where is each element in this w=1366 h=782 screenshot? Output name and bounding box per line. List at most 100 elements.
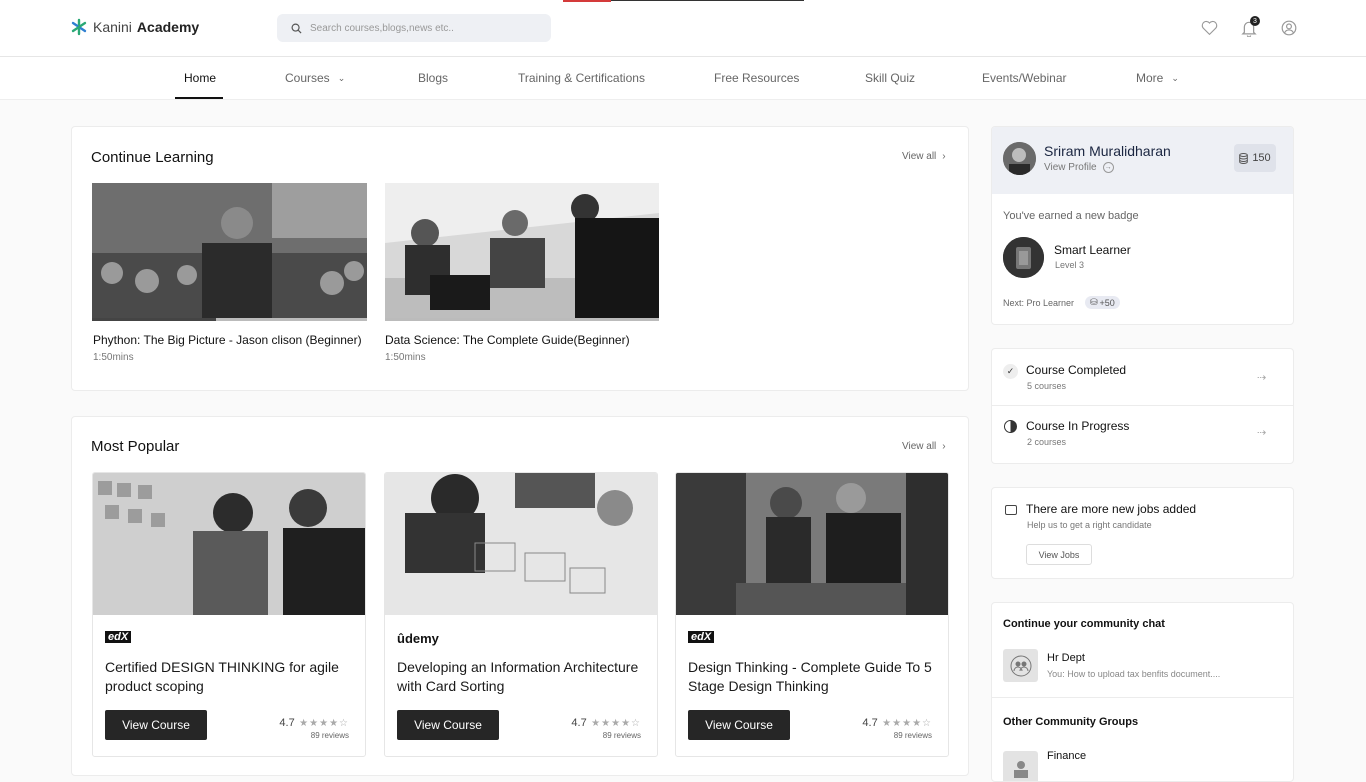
course-completed-count: 5 courses <box>1027 381 1067 391</box>
logo-text-light: Kanini <box>93 19 132 35</box>
course-rating: 4.7 ★★★★☆ 89 reviews <box>862 717 932 740</box>
nav-item-events[interactable]: Events/Webinar <box>982 71 1067 85</box>
provider-logo: ûdemy <box>397 631 439 646</box>
logo-asterisk-icon <box>71 18 87 36</box>
course-progress-card: ✓ Course Completed 5 courses ⇢ Course In… <box>991 348 1294 464</box>
view-course-button[interactable]: View Course <box>397 710 499 740</box>
nav-item-training[interactable]: Training & Certifications <box>518 71 645 85</box>
continue-learning-section: Continue Learning View all › Phython: The… <box>71 126 969 391</box>
nav-item-home[interactable]: Home <box>184 71 216 85</box>
chat-name: Hr Dept <box>1047 652 1085 664</box>
course-in-progress-row[interactable]: Course In Progress 2 courses ⇢ <box>992 406 1293 463</box>
course-title[interactable]: Design Thinking - Complete Guide To 5 St… <box>688 658 938 696</box>
checkmark-icon: ✓ <box>1003 364 1018 379</box>
other-groups-title: Other Community Groups <box>1003 716 1139 728</box>
profile-name: Sriram Muralidharan <box>1044 143 1171 159</box>
view-profile-link[interactable]: View Profile → <box>1044 162 1114 173</box>
arrow-right-icon: ⇢ <box>1257 427 1267 439</box>
chevron-down-icon: ⌄ <box>1171 72 1179 83</box>
badge-name: Smart Learner <box>1054 243 1131 257</box>
course-title[interactable]: Phython: The Big Picture - Jason clison … <box>93 333 362 347</box>
coins-badge: 150 <box>1234 144 1276 172</box>
coin-stack-icon <box>1239 152 1249 164</box>
group-icon <box>1003 751 1038 781</box>
view-all-link[interactable]: View all › <box>902 151 946 162</box>
top-bar: Kanini Academy 3 <box>0 0 1366 57</box>
course-thumbnail[interactable] <box>385 183 659 321</box>
badge-level: Level 3 <box>1055 260 1085 270</box>
next-badge-label: Next: Pro Learner <box>1003 298 1075 308</box>
group-name: Finance <box>1047 750 1087 762</box>
provider-logo: edX <box>105 631 132 643</box>
arrow-right-icon: ⇢ <box>1257 372 1267 384</box>
view-all-link[interactable]: View all › <box>902 441 946 452</box>
notification-count-badge: 3 <box>1250 16 1260 26</box>
search-icon <box>291 23 302 34</box>
logo-text-bold: Academy <box>136 19 200 35</box>
popular-course-card[interactable]: edX Certified DESIGN THINKING for agile … <box>92 472 366 757</box>
coin-stack-icon: ⛁ <box>1090 297 1098 307</box>
profile-card: Sriram Muralidharan View Profile → 150 Yo… <box>991 126 1294 325</box>
course-completed-title: Course Completed <box>1026 363 1127 377</box>
community-group-item[interactable]: Finance <box>992 743 1293 781</box>
search-bar[interactable] <box>277 14 551 42</box>
community-chat-item[interactable]: Hr Dept You: How to upload tax benfits d… <box>992 643 1293 698</box>
course-completed-row[interactable]: ✓ Course Completed 5 courses ⇢ <box>992 349 1293 405</box>
chevron-right-icon: › <box>942 441 946 452</box>
half-circle-progress-icon <box>1004 420 1017 433</box>
course-duration: 1:50mins <box>93 352 134 363</box>
nav-item-skill-quiz[interactable]: Skill Quiz <box>865 71 915 85</box>
course-title[interactable]: Data Science: The Complete Guide(Beginne… <box>385 333 630 347</box>
view-course-button[interactable]: View Course <box>688 710 790 740</box>
course-rating: 4.7 ★★★★☆ 89 reviews <box>571 717 641 740</box>
section-title: Continue Learning <box>91 149 214 166</box>
next-badge-points: ⛁ +50 <box>1085 296 1120 309</box>
star-rating-icon: ★★★★☆ <box>591 718 641 729</box>
page-load-indicator <box>563 0 804 2</box>
jobs-title: There are more new jobs added <box>1026 502 1197 516</box>
chat-preview: You: How to upload tax benfits document.… <box>1047 669 1221 679</box>
notification-bell-icon[interactable]: 3 <box>1240 16 1260 37</box>
course-duration: 1:50mins <box>385 352 426 363</box>
view-course-button[interactable]: View Course <box>105 710 207 740</box>
badge-icon <box>1003 237 1044 278</box>
arrow-circle-icon: → <box>1102 162 1114 173</box>
popular-course-card[interactable]: ûdemy Developing an Information Architec… <box>384 472 658 757</box>
course-title[interactable]: Certified DESIGN THINKING for agile prod… <box>105 658 355 696</box>
star-rating-icon: ★★★★☆ <box>882 718 932 729</box>
search-input[interactable] <box>310 22 530 34</box>
course-image <box>385 473 657 615</box>
nav-item-courses[interactable]: Courses ⌄ <box>285 71 345 85</box>
group-chat-icon <box>1003 649 1038 682</box>
logo[interactable]: Kanini Academy <box>70 18 199 36</box>
jobs-card: There are more new jobs added Help us to… <box>991 487 1294 579</box>
briefcase-icon <box>1005 505 1017 515</box>
community-card: Continue your community chat Hr Dept You… <box>991 602 1294 782</box>
course-image <box>93 473 365 615</box>
jobs-subtitle: Help us to get a right candidate <box>1027 520 1152 530</box>
course-progress-bar <box>385 318 659 321</box>
course-image <box>676 473 948 615</box>
nav-item-free-resources[interactable]: Free Resources <box>714 71 799 85</box>
provider-logo: edX <box>688 631 715 643</box>
star-rating-icon: ★★★★☆ <box>299 718 349 729</box>
main-nav: Home Courses ⌄ Blogs Training & Certifica… <box>0 57 1366 100</box>
badge-heading: You've earned a new badge <box>1003 210 1139 222</box>
nav-item-blogs[interactable]: Blogs <box>418 71 448 85</box>
community-title: Continue your community chat <box>1003 618 1165 630</box>
popular-course-card[interactable]: edX Design Thinking - Complete Guide To … <box>675 472 949 757</box>
active-tab-indicator <box>175 97 223 99</box>
course-thumbnail[interactable] <box>92 183 367 321</box>
profile-header: Sriram Muralidharan View Profile → 150 <box>992 127 1293 194</box>
wishlist-heart-icon[interactable] <box>1200 19 1218 37</box>
avatar[interactable] <box>1003 142 1036 175</box>
chevron-down-icon: ⌄ <box>337 72 346 83</box>
course-progress-bar <box>92 318 367 321</box>
course-title[interactable]: Developing an Information Architecture w… <box>397 658 647 696</box>
nav-item-more[interactable]: More ⌄ <box>1136 71 1179 85</box>
view-jobs-button[interactable]: View Jobs <box>1026 544 1092 565</box>
course-in-progress-title: Course In Progress <box>1026 419 1130 433</box>
course-in-progress-count: 2 courses <box>1027 437 1067 447</box>
divider <box>992 697 1293 698</box>
user-account-icon[interactable] <box>1280 19 1298 37</box>
